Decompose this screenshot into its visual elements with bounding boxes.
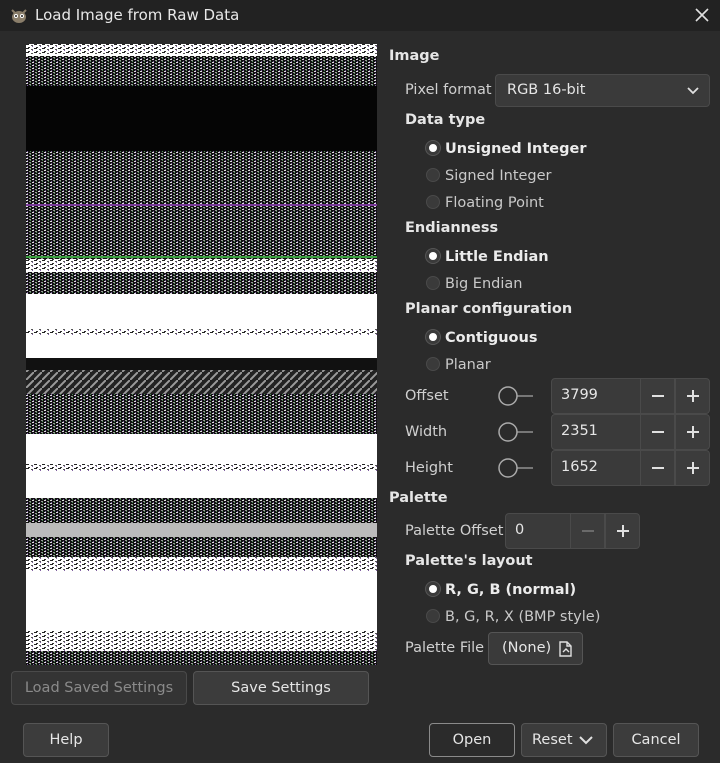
radio-signed-integer[interactable] [426, 168, 440, 182]
raw-image-preview [26, 44, 377, 665]
radio-little-endian-label[interactable]: Little Endian [445, 249, 549, 265]
preview-image [26, 44, 377, 665]
radio-unsigned-integer[interactable] [426, 141, 440, 155]
open-button[interactable]: Open [429, 723, 515, 757]
pixel-format-label: Pixel format [405, 82, 492, 98]
offset-decrement-button[interactable] [640, 378, 675, 414]
save-settings-button[interactable]: Save Settings [193, 671, 369, 705]
palette-offset-increment-button[interactable] [605, 513, 640, 549]
palette-offset-input[interactable]: 0 [505, 513, 571, 549]
image-heading: Image [389, 48, 440, 64]
data-type-heading: Data type [405, 112, 486, 128]
width-input[interactable]: 2351 [551, 414, 641, 450]
radio-bgrx-bmp-label[interactable]: B, G, R, X (BMP style) [445, 609, 600, 625]
load-saved-settings-button[interactable]: Load Saved Settings [11, 671, 187, 705]
height-decrement-button[interactable] [640, 450, 675, 486]
height-spinbutton: 1652 [551, 450, 710, 486]
radio-rgb-normal[interactable] [426, 582, 440, 596]
width-increment-button[interactable] [675, 414, 710, 450]
palette-file-button[interactable]: (None) [488, 632, 583, 665]
height-label: Height [405, 460, 453, 476]
plus-icon [686, 426, 699, 438]
radio-rgb-normal-label[interactable]: R, G, B (normal) [445, 582, 576, 598]
minus-icon [651, 431, 664, 433]
reset-button[interactable]: Reset [521, 723, 607, 757]
palette-file-label: Palette File [405, 640, 485, 656]
palette-offset-spinbutton: 0 [505, 513, 640, 549]
gimp-icon [11, 9, 27, 23]
palette-file-value: (None) [502, 640, 552, 656]
minus-icon [581, 530, 594, 532]
chevron-down-icon [578, 736, 593, 745]
width-spinbutton: 2351 [551, 414, 710, 450]
height-slider[interactable] [497, 456, 535, 480]
endianness-heading: Endianness [405, 220, 499, 236]
plus-icon [686, 462, 699, 474]
offset-spinbutton: 3799 [551, 378, 710, 414]
help-button[interactable]: Help [23, 723, 109, 757]
palette-layout-heading: Palette's layout [405, 553, 533, 569]
planar-heading: Planar configuration [405, 301, 573, 317]
close-icon[interactable] [694, 7, 710, 23]
offset-slider[interactable] [497, 384, 535, 408]
width-slider[interactable] [497, 420, 535, 444]
radio-bgrx-bmp[interactable] [426, 609, 440, 623]
chevron-down-icon [687, 87, 699, 95]
palette-offset-label: Palette Offset [405, 523, 504, 539]
title-bar: Load Image from Raw Data [0, 0, 720, 31]
minus-icon [651, 467, 664, 469]
radio-planar-label[interactable]: Planar [445, 357, 491, 373]
width-decrement-button[interactable] [640, 414, 675, 450]
offset-input[interactable]: 3799 [551, 378, 641, 414]
radio-signed-integer-label[interactable]: Signed Integer [445, 168, 552, 184]
radio-big-endian-label[interactable]: Big Endian [445, 276, 522, 292]
plus-icon [616, 525, 629, 537]
radio-planar[interactable] [426, 357, 440, 371]
reset-button-label: Reset [532, 732, 573, 748]
pixel-format-select[interactable]: RGB 16-bit [495, 74, 710, 107]
open-file-icon [559, 641, 572, 657]
radio-contiguous-label[interactable]: Contiguous [445, 330, 537, 346]
radio-floating-point-label[interactable]: Floating Point [445, 195, 544, 211]
pixel-format-value: RGB 16-bit [507, 82, 586, 98]
offset-increment-button[interactable] [675, 378, 710, 414]
palette-heading: Palette [389, 490, 448, 506]
cancel-button[interactable]: Cancel [613, 723, 699, 757]
height-input[interactable]: 1652 [551, 450, 641, 486]
radio-unsigned-integer-label[interactable]: Unsigned Integer [445, 141, 587, 157]
minus-icon [651, 395, 664, 397]
radio-floating-point[interactable] [426, 195, 440, 209]
radio-little-endian[interactable] [426, 249, 440, 263]
radio-big-endian[interactable] [426, 276, 440, 290]
window-title: Load Image from Raw Data [35, 6, 240, 24]
offset-label: Offset [405, 388, 449, 404]
plus-icon [686, 390, 699, 402]
radio-contiguous[interactable] [426, 330, 440, 344]
height-increment-button[interactable] [675, 450, 710, 486]
width-label: Width [405, 424, 448, 440]
palette-offset-decrement-button[interactable] [570, 513, 605, 549]
